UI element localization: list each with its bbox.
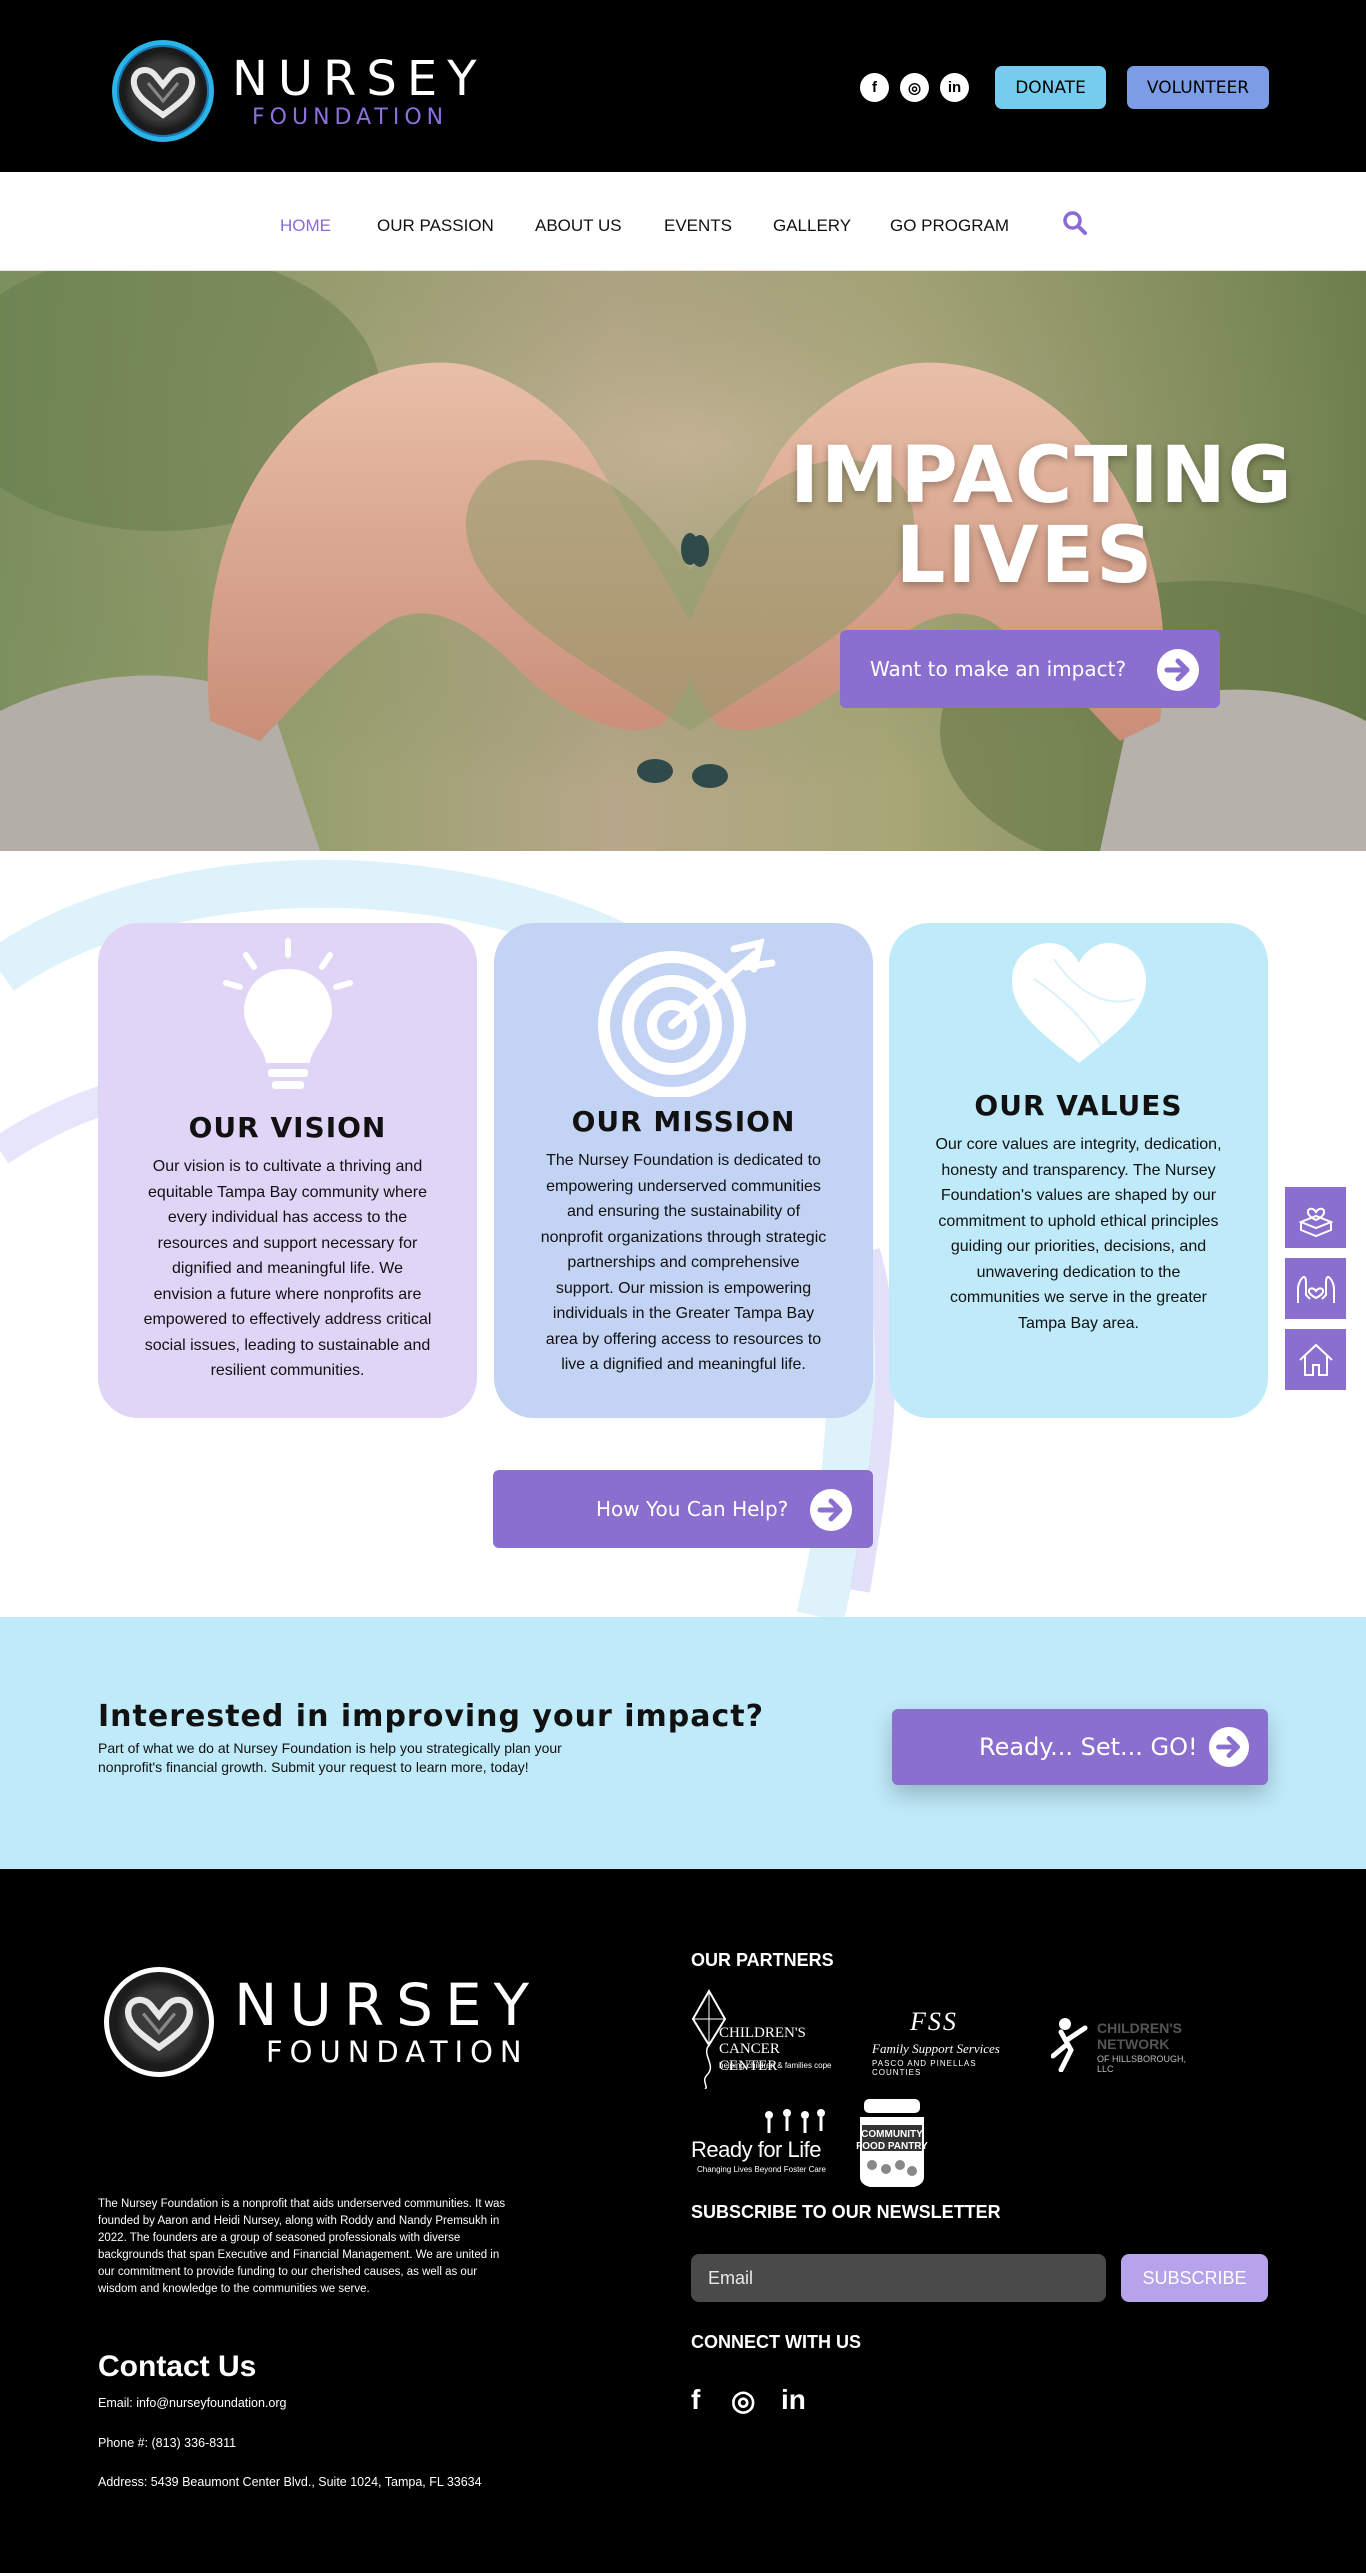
partner-family-support-services[interactable]: FSS Family Support Services PASCO AND PI… — [870, 2007, 1020, 2077]
top-header: NURSEY FOUNDATION f ◎ in DONATE VOLUNTEE… — [0, 0, 1366, 172]
partner3-line2: NETWORK — [1097, 2036, 1170, 2052]
values-card: OUR VALUES Our core values are integrity… — [889, 923, 1268, 1418]
footer-logo-subtitle: FOUNDATION — [266, 2035, 529, 2069]
lightbulb-icon — [142, 937, 433, 1097]
footer-instagram-icon[interactable]: ◎ — [731, 2384, 755, 2417]
partner3-line3: OF HILLSBOROUGH, LLC — [1097, 2054, 1187, 2074]
people-figures-icon — [765, 2109, 825, 2133]
linkedin-icon[interactable]: in — [940, 73, 969, 102]
partner2-line2: Family Support Services — [872, 2041, 1000, 2056]
vision-title: OUR VISION — [188, 1111, 387, 1144]
make-impact-button[interactable]: Want to make an impact? — [840, 630, 1220, 708]
search-icon[interactable] — [1062, 210, 1088, 240]
nav-item-our-passion[interactable]: OUR PASSION — [377, 216, 494, 236]
heart-icon — [933, 939, 1224, 1069]
mission-title: OUR MISSION — [571, 1105, 796, 1138]
partner-community-food-pantry[interactable]: COMMUNITY FOOD PANTRY — [852, 2097, 932, 2189]
partner4-line2: Changing Lives Beyond Foster Care — [697, 2165, 826, 2174]
impact-section: Interested in improving your impact? Par… — [0, 1617, 1366, 1869]
mission-text: The Nursey Foundation is dedicated to em… — [540, 1152, 827, 1373]
contact-email[interactable]: Email: info@nurseyfoundation.org — [98, 2396, 287, 2410]
newsletter-email-input[interactable] — [691, 2254, 1106, 2302]
arrow-right-icon — [809, 1488, 853, 1537]
subscribe-button[interactable]: SUBSCRIBE — [1121, 2254, 1268, 2302]
vision-card: OUR VISION Our vision is to cultivate a … — [98, 923, 477, 1418]
values-title: OUR VALUES — [974, 1089, 1183, 1122]
make-impact-label: Want to make an impact? — [870, 657, 1127, 681]
vision-text: Our vision is to cultivate a thriving an… — [143, 1158, 432, 1379]
nav-item-home[interactable]: HOME — [280, 216, 331, 236]
instagram-icon[interactable]: ◎ — [900, 73, 929, 102]
how-you-can-help-button[interactable]: How You Can Help? — [493, 1470, 873, 1548]
newsletter-title: SUBSCRIBE TO OUR NEWSLETTER — [691, 2202, 1001, 2222]
ready-set-go-label: Ready... Set... GO! — [979, 1733, 1198, 1761]
ready-set-go-button[interactable]: Ready... Set... GO! — [892, 1709, 1268, 1785]
mission-card: OUR MISSION The Nursey Foundation is ded… — [494, 923, 873, 1418]
hero-title-line1: IMPACTING — [790, 431, 1294, 521]
connect-title: CONNECT WITH US — [691, 2332, 861, 2352]
logo-hands-heart-icon — [112, 40, 214, 142]
partner1-line1: CHILDREN'S — [719, 2025, 806, 2041]
footer-linkedin-icon[interactable]: in — [781, 2384, 806, 2416]
logo-subtitle: FOUNDATION — [252, 104, 449, 130]
partner5-line1: COMMUNITY — [861, 2129, 923, 2140]
partner2-line1: FSS — [910, 2007, 958, 2036]
footer-about-text: The Nursey Foundation is a nonprofit tha… — [98, 2198, 506, 2295]
child-figure-icon — [1051, 2018, 1088, 2072]
footer-logo[interactable]: NURSEY FOUNDATION — [104, 1967, 541, 2077]
arrow-right-icon — [1208, 1726, 1250, 1774]
volunteer-button[interactable]: VOLUNTEER — [1127, 66, 1269, 109]
nav-item-gallery[interactable]: GALLERY — [773, 216, 851, 236]
target-icon — [538, 937, 829, 1097]
logo-hands-heart-icon — [104, 1967, 214, 2077]
partner5-line2: FOOD PANTRY — [856, 2141, 928, 2152]
contact-title: Contact Us — [98, 2350, 257, 2383]
arrow-right-icon — [1156, 648, 1200, 697]
home-icon[interactable] — [1285, 1329, 1346, 1390]
partner2-line3: PASCO AND PINELLAS COUNTIES — [872, 2059, 977, 2077]
nav-item-about-us[interactable]: ABOUT US — [535, 216, 622, 236]
logo[interactable]: NURSEY FOUNDATION — [112, 40, 487, 142]
partner1-line3: helping children & families cope — [719, 2061, 832, 2070]
facebook-icon[interactable]: f — [860, 73, 889, 102]
contact-phone[interactable]: Phone #: (813) 336-8311 — [98, 2436, 236, 2450]
impact-text: Part of what we do at Nursey Foundation … — [98, 1740, 562, 1775]
nav-item-go-program[interactable]: GO PROGRAM — [890, 216, 1009, 236]
donate-button[interactable]: DONATE — [995, 66, 1106, 109]
values-text: Our core values are integrity, dedicatio… — [935, 1136, 1222, 1332]
impact-title: Interested in improving your impact? — [98, 1699, 764, 1734]
partners-title: OUR PARTNERS — [691, 1950, 834, 1970]
how-you-can-help-label: How You Can Help? — [596, 1497, 789, 1521]
nav-item-events[interactable]: EVENTS — [664, 216, 732, 236]
footer-logo-name: NURSEY — [234, 1971, 542, 2039]
partner4-line1: Ready for Life — [691, 2137, 821, 2162]
pillars-section: OUR VISION Our vision is to cultivate a … — [0, 851, 1366, 1617]
contact-address: Address: 5439 Beaumont Center Blvd., Sui… — [98, 2475, 482, 2489]
hero-title: IMPACTING LIVES — [790, 431, 1294, 601]
partner3-line1: CHILDREN'S — [1097, 2020, 1182, 2036]
hero-banner: IMPACTING LIVES Want to make an impact? — [0, 271, 1366, 851]
footer-facebook-icon[interactable]: f — [691, 2384, 700, 2416]
partner-ready-for-life[interactable]: Ready for Life Changing Lives Beyond Fos… — [691, 2109, 831, 2179]
donation-box-icon[interactable] — [1285, 1187, 1346, 1248]
helping-hands-icon[interactable] — [1285, 1258, 1346, 1319]
main-navigation: HOME OUR PASSION ABOUT US EVENTS GALLERY… — [0, 172, 1366, 271]
logo-name: NURSEY — [232, 50, 487, 107]
partner-childrens-cancer-center[interactable]: CHILDREN'S CANCER CENTER helping childre… — [691, 1989, 836, 2089]
footer: NURSEY FOUNDATION The Nursey Foundation … — [0, 1869, 1366, 2573]
header-social-links: f ◎ in — [860, 73, 969, 102]
hero-title-line2: LIVES — [895, 511, 1155, 601]
partner-childrens-network[interactable]: CHILDREN'S NETWORK OF HILLSBOROUGH, LLC — [1051, 2016, 1201, 2076]
